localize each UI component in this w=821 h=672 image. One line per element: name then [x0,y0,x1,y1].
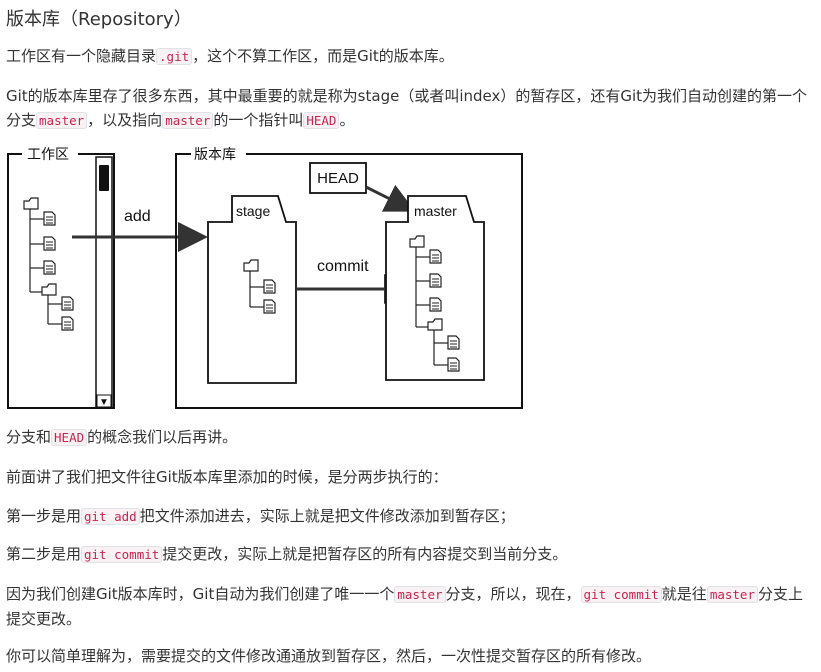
text: 分支，所以，现在， [445,585,581,603]
paragraph-3: 分支和 HEAD 的概念我们以后再讲。 [6,425,816,450]
head-pointer: HEAD [309,162,416,212]
text: 前面讲了我们把文件往Git版本库里添加的时候，是分两步执行的： [6,468,448,486]
head-label: HEAD [317,170,359,187]
file-icon [263,299,276,314]
workspace-file-tree [23,197,74,331]
text: 就是往 [661,585,707,603]
file-icon [263,279,276,294]
file-icon [429,273,442,288]
git-workspace-diagram: 工作区 ▼ add 版本库 stage commit HEAD master [7,147,523,409]
file-icon [447,335,460,350]
commit-label: commit [317,258,369,275]
folder-icon [23,197,39,210]
file-icon [43,236,56,251]
master-branch: master [385,195,485,381]
text: ，这个不算工作区，而是Git的版本库。 [192,47,454,65]
file-icon [43,260,56,275]
file-icon [429,249,442,264]
paragraph-6: 第二步是用 git commit 提交更改，实际上就是把暂存区的所有内容提交到当前分… [6,542,816,567]
master-label: master [414,203,457,219]
text: 把文件添加进去，实际上就是把文件修改添加到暂存区； [139,507,515,525]
inline-code: git commit [81,546,163,563]
add-arrow: add [72,208,208,252]
inline-code: master [162,112,214,129]
paragraph-4: 前面讲了我们把文件往Git版本库里添加的时候，是分两步执行的： [6,465,816,489]
workspace-box: 工作区 ▼ [7,147,115,409]
file-icon [61,316,74,331]
paragraph-7: 因为我们创建Git版本库时，Git自动为我们创建了唯一一个 master 分支，所以… [6,582,816,631]
page-title: 版本库（Repository） [6,9,192,30]
inline-code: .git [156,48,193,65]
stage-label: stage [236,203,270,219]
paragraph-5: 第一步是用 git add 把文件添加进去，实际上就是把文件修改添加到暂存区； [6,504,816,529]
text: 的一个指针叫 [213,111,304,129]
inline-code: HEAD [303,112,340,129]
inline-code: HEAD [51,429,88,446]
text: ，以及指向 [87,111,163,129]
paragraph-1: 工作区有一个隐藏目录 .git ，这个不算工作区，而是Git的版本库。 [6,44,816,69]
file-icon [61,296,74,311]
inline-code: master [394,586,446,603]
repository-box: 版本库 stage commit HEAD master [175,147,523,409]
text: 你可以简单理解为，需要提交的文件修改通通放到暂存区，然后，一次性提交暂存区的所有… [6,647,652,665]
text: 提交更改，实际上就是把暂存区的所有内容提交到当前分支。 [162,545,568,563]
scrollbar-thumb[interactable] [99,165,109,191]
paragraph-8: 你可以简单理解为，需要提交的文件修改通通放到暂存区，然后，一次性提交暂存区的所有… [6,644,816,668]
text: 的概念我们以后再讲。 [87,428,238,446]
scroll-down-icon: ▼ [99,397,109,408]
inline-code: master [36,112,88,129]
scrollbar[interactable]: ▼ [95,156,113,409]
file-icon [43,211,56,226]
inline-code: git commit [580,586,662,603]
file-icon [429,297,442,312]
repository-label: 版本库 [194,147,236,162]
add-label: add [124,208,151,225]
folder-icon [41,283,57,296]
text: 。 [339,111,355,129]
text: 因为我们创建Git版本库时，Git自动为我们创建了唯一一个 [6,585,395,603]
inline-code: git add [81,508,140,525]
text: 分支和 [6,428,52,446]
text: 第一步是用 [6,507,82,525]
file-icon [447,357,460,372]
text: 第二步是用 [6,545,82,563]
stage-area: stage [207,195,297,384]
text: 工作区有一个隐藏目录 [6,47,157,65]
inline-code: master [706,586,758,603]
workspace-label: 工作区 [27,147,69,162]
paragraph-2: Git的版本库里存了很多东西，其中最重要的就是称为stage（或者叫index）… [6,84,816,133]
